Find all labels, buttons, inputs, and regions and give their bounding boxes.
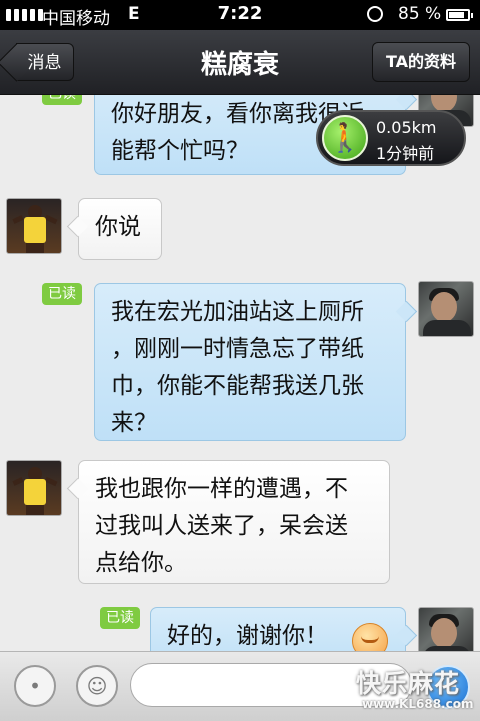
read-badge: 已读 xyxy=(42,283,82,305)
distance-value: 0.05km xyxy=(376,118,437,137)
contact-avatar[interactable] xyxy=(6,198,62,254)
message-bubble-incoming[interactable]: 你说 xyxy=(78,198,162,260)
smiley-emoji-icon xyxy=(352,623,388,651)
read-badge: 已读 xyxy=(100,607,140,629)
battery-icon xyxy=(446,9,473,21)
chat-area[interactable]: 已读 你好朋友，看你离我很近 能帮个忙吗？ 🚶 0.05km 1分钟前 你说 已… xyxy=(0,95,480,651)
message-bubble-incoming[interactable]: 我也跟你一样的遭遇，不 过我叫人送来了，呆会送 点给你。 xyxy=(78,460,390,584)
message-text: 好的，谢谢你！ xyxy=(167,623,328,649)
profile-button[interactable]: TA的资料 xyxy=(372,42,470,82)
battery-percentage: 85 % xyxy=(398,4,442,24)
voice-input-button[interactable]: • xyxy=(14,665,56,707)
nav-bar: 消息 糕腐衰 TA的资料 xyxy=(0,30,480,95)
back-button-label: 消息 xyxy=(27,53,62,73)
rotation-lock-icon xyxy=(367,6,383,22)
microphone-icon: • xyxy=(29,674,41,698)
contact-avatar[interactable] xyxy=(6,460,62,516)
read-badge: 已读 xyxy=(42,95,82,105)
watermark-logo: 快乐麻花 xyxy=(356,669,461,698)
status-bar: 中国移动 E 7:22 85 % xyxy=(0,0,480,30)
my-avatar[interactable] xyxy=(418,607,474,651)
back-button[interactable]: 消息 xyxy=(16,43,74,81)
watermark-url: www.KL688.com xyxy=(362,697,474,711)
emoji-button[interactable]: ☺ xyxy=(76,665,118,707)
my-avatar[interactable] xyxy=(418,281,474,337)
distance-indicator[interactable]: 🚶 0.05km 1分钟前 xyxy=(316,110,466,166)
distance-time: 1分钟前 xyxy=(376,144,435,163)
message-bubble-outgoing[interactable]: 我在宏光加油站这上厕所 ，刚刚一时情急忘了带纸 巾，你能不能帮我送几张 来？ xyxy=(94,283,406,441)
smiley-icon: ☺ xyxy=(86,674,108,698)
walking-person-icon: 🚶 xyxy=(322,115,368,161)
